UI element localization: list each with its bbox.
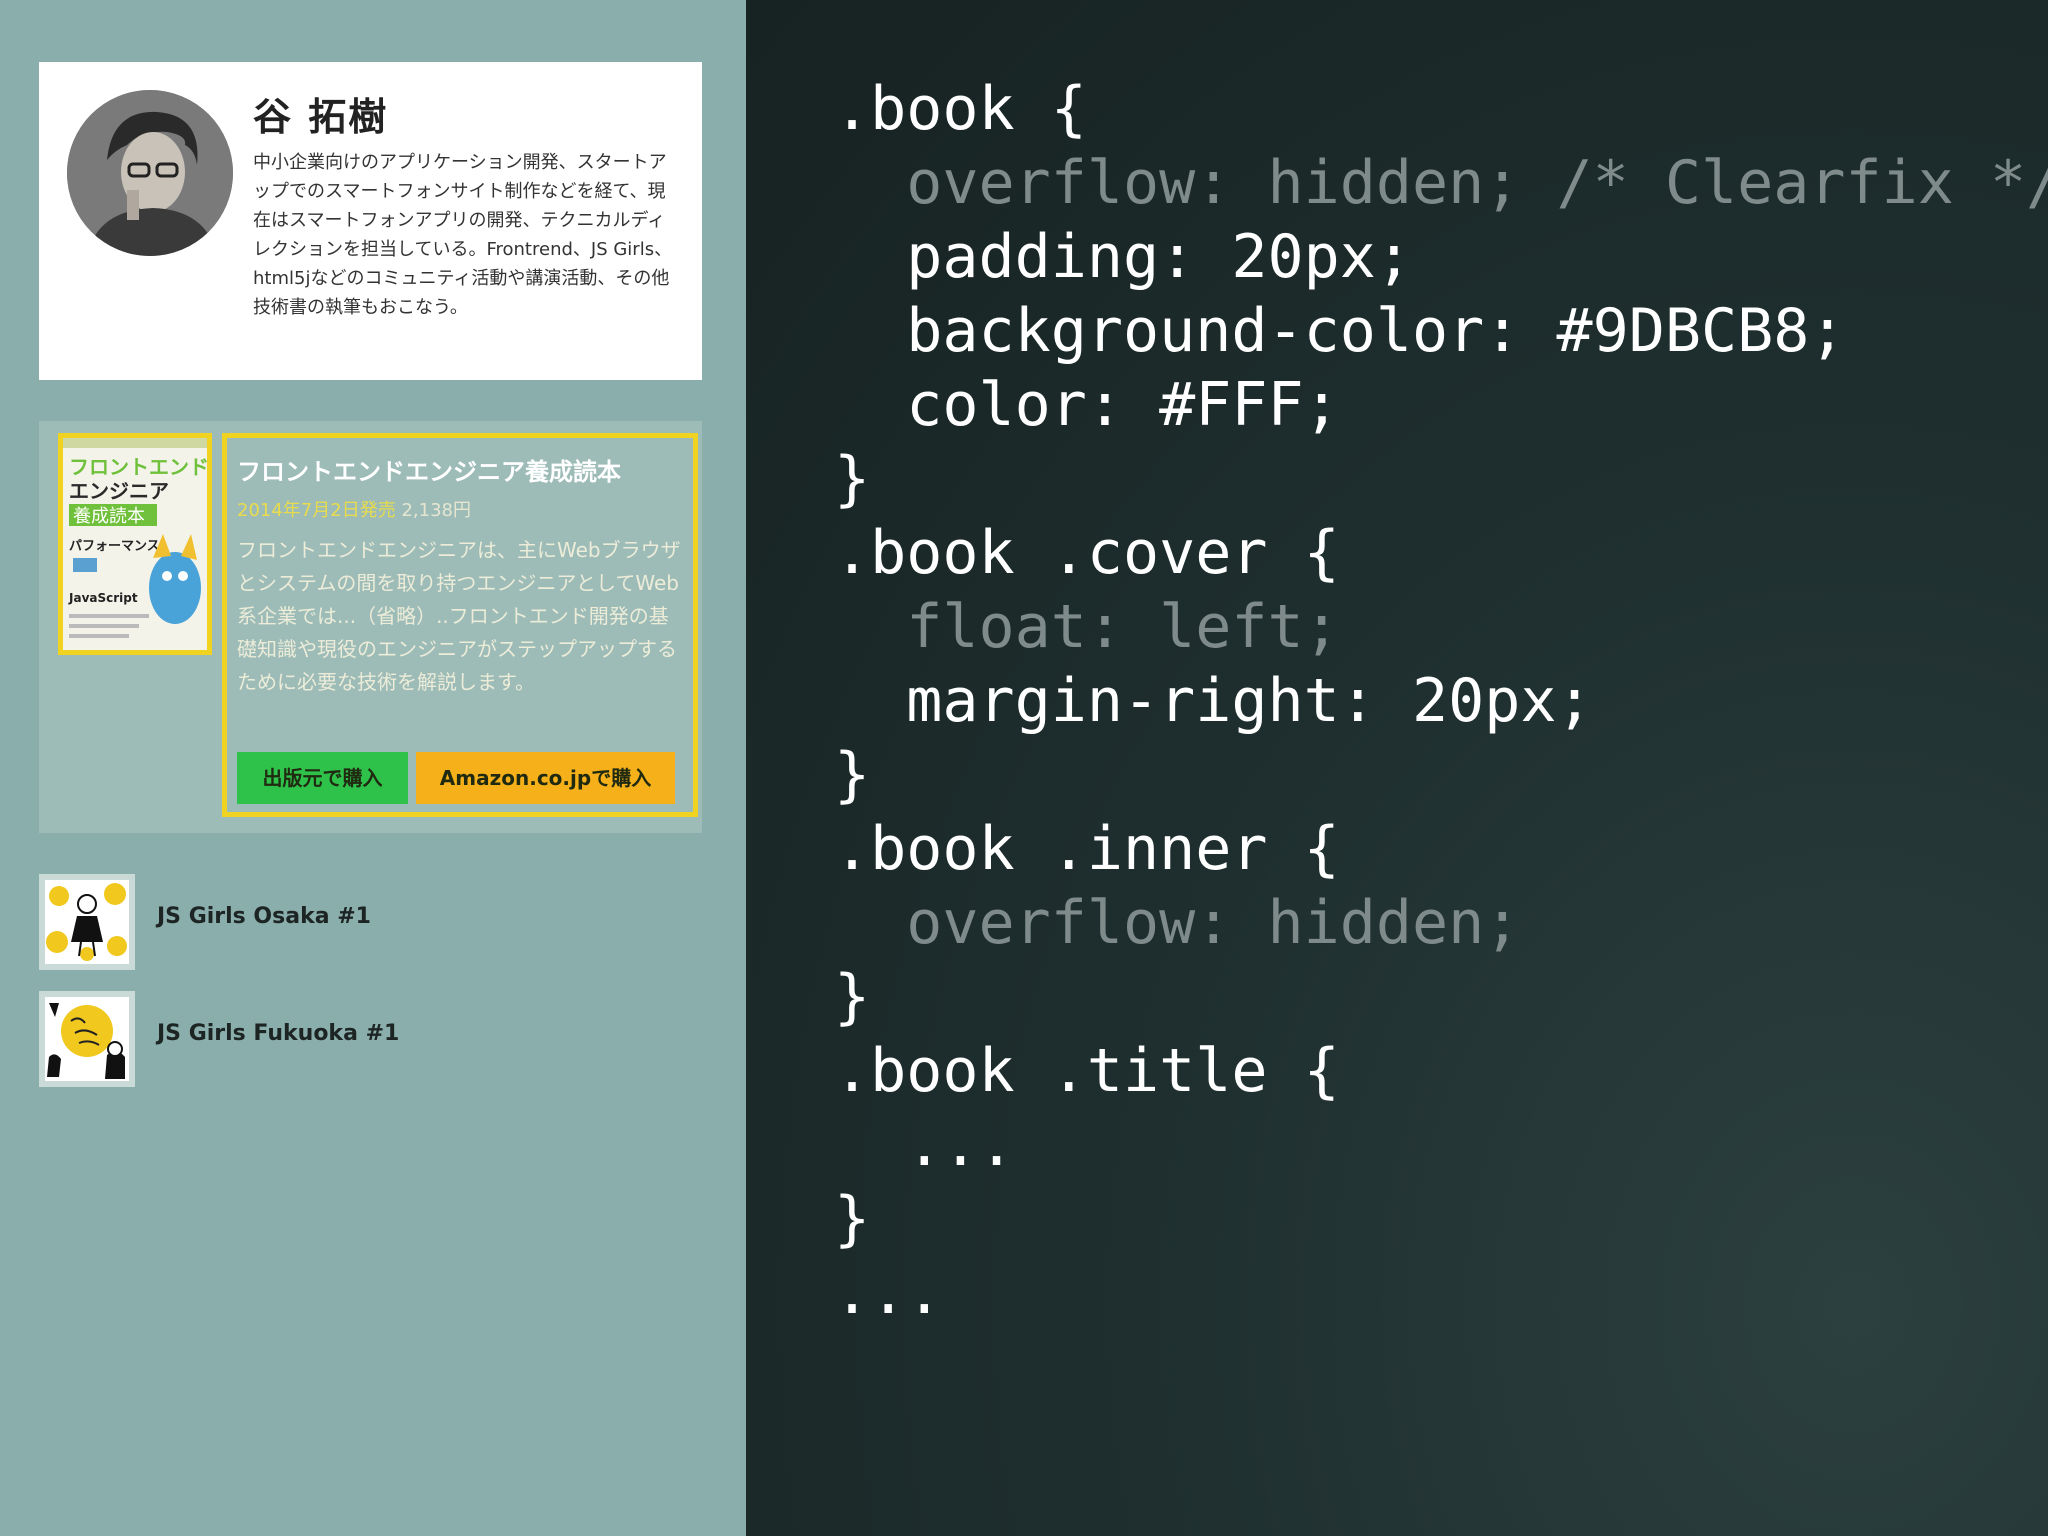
code-line: .book .cover {: [834, 518, 1340, 588]
book-price: 2,138円: [401, 500, 471, 521]
profile-card: 谷 拓樹 中小企業向けのアプリケーション開発、スタートアップでのスマートフォンサ…: [39, 62, 702, 380]
code-line: }: [834, 962, 871, 1032]
code-line: float: left;: [834, 592, 1340, 662]
preview-pane: 谷 拓樹 中小企業向けのアプリケーション開発、スタートアップでのスマートフォンサ…: [0, 0, 746, 1536]
event-thumbnail[interactable]: [39, 991, 135, 1087]
svg-text:JavaScript: JavaScript: [68, 591, 138, 605]
code-line: color: #FFF;: [834, 370, 1340, 440]
book-title[interactable]: フロントエンドエンジニア養成読本: [237, 452, 621, 487]
svg-text:エンジニア: エンジニア: [69, 479, 169, 503]
event-thumbnail[interactable]: [39, 874, 135, 970]
event-title[interactable]: JS Girls Osaka #1: [157, 904, 371, 929]
book-cover-image-icon: フロントエンド エンジニア 養成読本 パフォーマンス JavaScript: [63, 438, 207, 650]
event-item-osaka[interactable]: JS Girls Osaka #1: [39, 874, 679, 970]
svg-text:養成読本: 養成読本: [73, 506, 145, 527]
code-line: overflow: hidden; /* Clearfix */: [834, 148, 2048, 218]
buy-on-amazon-button[interactable]: Amazon.co.jpで購入: [416, 752, 675, 804]
code-line: ...: [834, 1110, 1015, 1180]
svg-text:フロントエンド: フロントエンド: [69, 455, 207, 479]
code-line: .book .inner {: [834, 814, 1340, 884]
code-line: }: [834, 444, 871, 514]
svg-text:パフォーマンス: パフォーマンス: [69, 539, 160, 554]
book-block: フロントエンド エンジニア 養成読本 パフォーマンス JavaScript フロ…: [39, 421, 702, 833]
event-item-fukuoka[interactable]: JS Girls Fukuoka #1: [39, 991, 679, 1087]
css-code-block: .book { overflow: hidden; /* Clearfix */…: [834, 72, 2048, 1330]
code-line: ...: [834, 1258, 943, 1328]
js-girls-fukuoka-illustration-icon: [45, 997, 129, 1081]
buy-from-publisher-button[interactable]: 出版元で購入: [237, 752, 408, 804]
book-inner: フロントエンドエンジニア養成読本 2014年7月2日発売 2,138円 フロント…: [222, 433, 698, 817]
code-line: }: [834, 740, 871, 810]
event-title[interactable]: JS Girls Fukuoka #1: [157, 1021, 399, 1046]
person-photo-icon: [67, 90, 233, 256]
book-cover[interactable]: フロントエンド エンジニア 養成読本 パフォーマンス JavaScript: [58, 433, 212, 655]
code-line: background-color: #9DBCB8;: [834, 296, 1846, 366]
code-line: overflow: hidden;: [834, 888, 1521, 958]
book-meta: 2014年7月2日発売 2,138円: [237, 496, 471, 522]
code-line: .book .title {: [834, 1036, 1340, 1106]
code-line: padding: 20px;: [834, 222, 1412, 292]
code-line: margin-right: 20px;: [834, 666, 1593, 736]
book-release-date: 2014年7月2日発売: [237, 500, 396, 521]
avatar: [67, 90, 233, 256]
book-description: フロントエンドエンジニアは、主にWebブラウザとシステムの間を取り持つエンジニア…: [237, 538, 681, 694]
profile-bio: 中小企業向けのアプリケーション開発、スタートアップでのスマートフォンサイト制作な…: [253, 152, 673, 318]
code-line: .book {: [834, 74, 1087, 144]
code-line: }: [834, 1184, 871, 1254]
js-girls-osaka-illustration-icon: [45, 880, 129, 964]
profile-name: 谷 拓樹: [253, 95, 389, 139]
